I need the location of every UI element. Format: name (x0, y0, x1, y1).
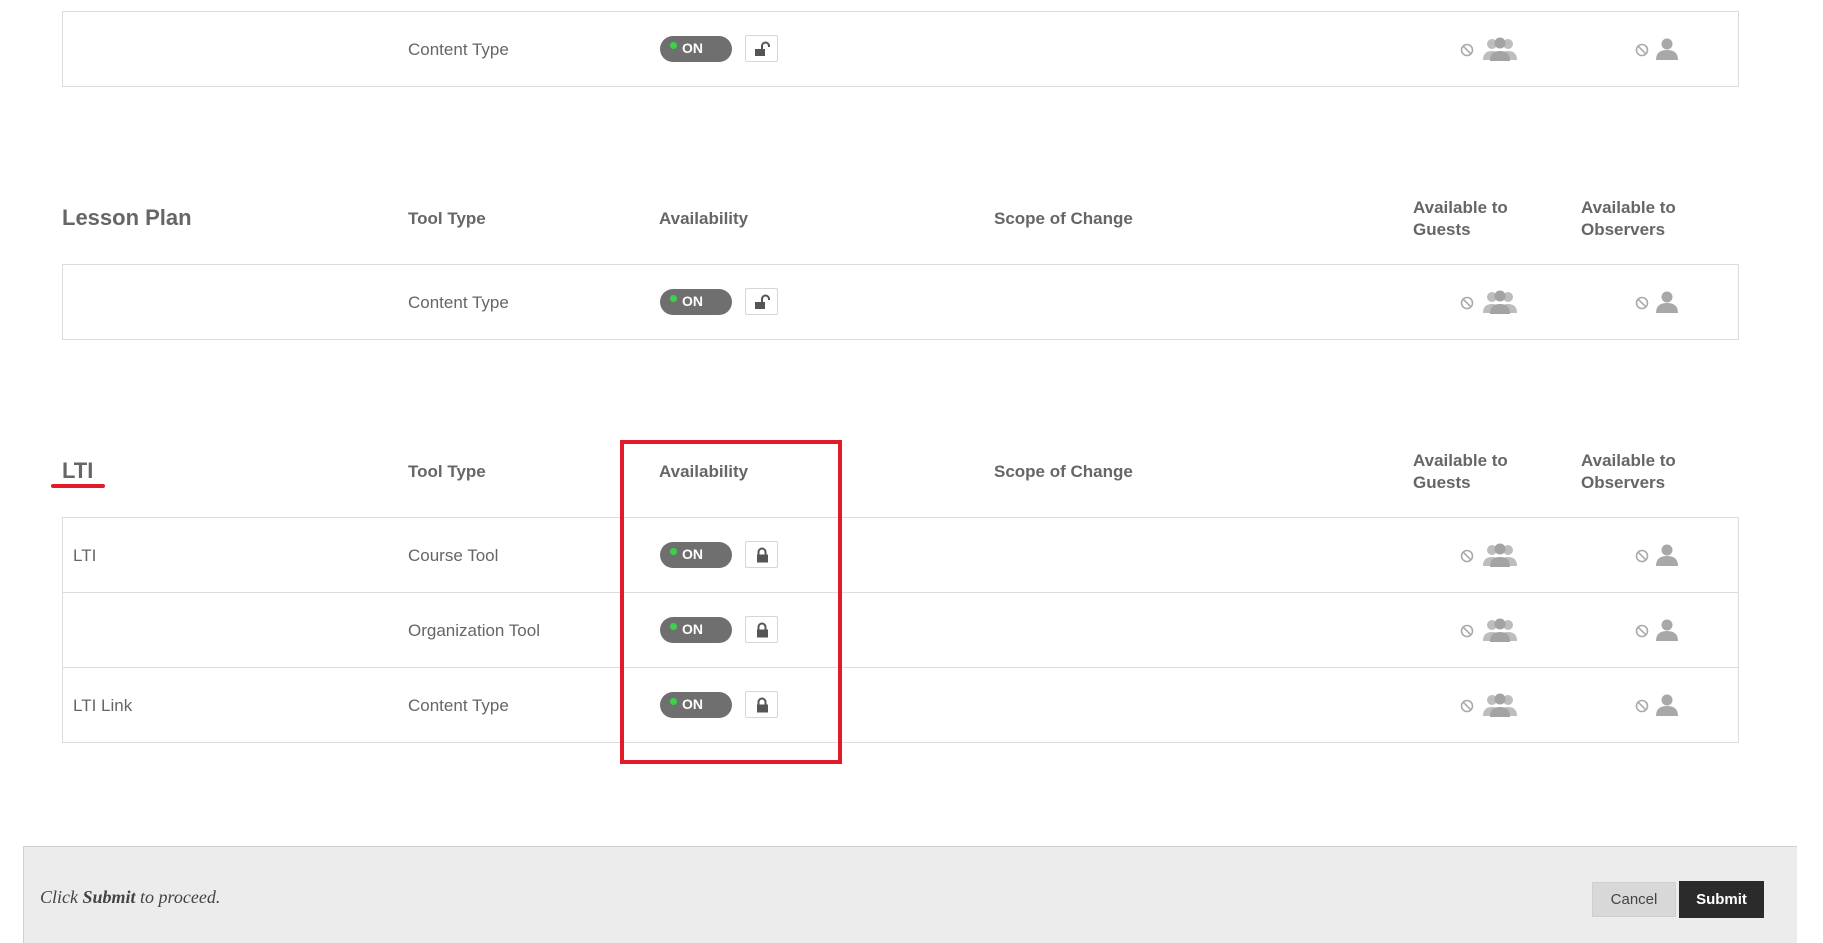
toggle-status-dot (670, 42, 677, 49)
table-row: Content Type ON (63, 12, 1738, 87)
section-title: LTI (62, 458, 94, 483)
tool-type: Content Type (408, 292, 509, 312)
submit-button[interactable]: Submit (1679, 881, 1764, 918)
toggle-label: ON (682, 40, 703, 56)
unlock-button[interactable] (745, 35, 778, 62)
submit-footer: Click Submit to proceed. Cancel Submit (23, 846, 1797, 943)
single-user-icon (1655, 37, 1679, 66)
cancel-button[interactable]: Cancel (1592, 882, 1676, 917)
no-entry-icon[interactable] (1635, 699, 1649, 718)
no-entry-icon[interactable] (1635, 43, 1649, 62)
column-header-guests: Available to Guests (1413, 451, 1508, 492)
column-header-scope: Scope of Change (994, 209, 1133, 228)
no-entry-icon[interactable] (1460, 699, 1474, 718)
single-user-icon (1655, 290, 1679, 319)
annotation-underline (51, 484, 105, 488)
single-user-icon (1655, 618, 1679, 647)
column-header-tool-type: Tool Type (408, 209, 486, 228)
tool-name: LTI Link (73, 695, 133, 715)
table-row: LTI Link Content Type ON (63, 667, 1738, 743)
no-entry-icon[interactable] (1460, 624, 1474, 643)
no-entry-icon[interactable] (1460, 296, 1474, 315)
tool-type: Content Type (408, 695, 509, 715)
column-header-scope: Scope of Change (994, 462, 1133, 481)
single-user-icon (1655, 543, 1679, 572)
no-entry-icon[interactable] (1460, 43, 1474, 62)
column-header-guests: Available to Guests (1413, 198, 1508, 239)
group-users-icon (1481, 617, 1519, 648)
toggle-label: ON (682, 293, 703, 309)
tool-type: Course Tool (408, 545, 499, 565)
no-entry-icon[interactable] (1460, 549, 1474, 568)
no-entry-icon[interactable] (1635, 549, 1649, 568)
unlock-button[interactable] (745, 288, 778, 315)
no-entry-icon[interactable] (1635, 624, 1649, 643)
group-users-icon (1481, 36, 1519, 67)
column-header-availability: Availability (659, 209, 749, 228)
section-title: Lesson Plan (62, 205, 192, 230)
no-entry-icon[interactable] (1635, 296, 1649, 315)
column-header-tool-type: Tool Type (408, 462, 486, 481)
tool-table: Content Type ON (62, 11, 1739, 87)
availability-toggle[interactable]: ON (660, 289, 732, 315)
group-users-icon (1481, 542, 1519, 573)
group-users-icon (1481, 692, 1519, 723)
submit-instruction: Click Submit to proceed. (40, 887, 221, 907)
group-users-icon (1481, 289, 1519, 320)
annotation-highlight-box (620, 440, 842, 764)
table-row: Content Type ON (63, 265, 1738, 340)
single-user-icon (1655, 693, 1679, 722)
tool-type: Content Type (408, 39, 509, 59)
tool-name: LTI (73, 545, 97, 565)
toggle-status-dot (670, 295, 677, 302)
column-header-observers: Available to Observers (1581, 451, 1676, 492)
tool-table: Content Type ON (62, 264, 1739, 340)
tool-table: LTI Course Tool ON Organization Tool ON LTI L… (62, 517, 1739, 743)
table-row: Organization Tool ON (63, 592, 1738, 668)
availability-toggle[interactable]: ON (660, 36, 732, 62)
tool-type: Organization Tool (408, 620, 540, 640)
column-header-observers: Available to Observers (1581, 198, 1676, 239)
table-row: LTI Course Tool ON (63, 518, 1738, 593)
